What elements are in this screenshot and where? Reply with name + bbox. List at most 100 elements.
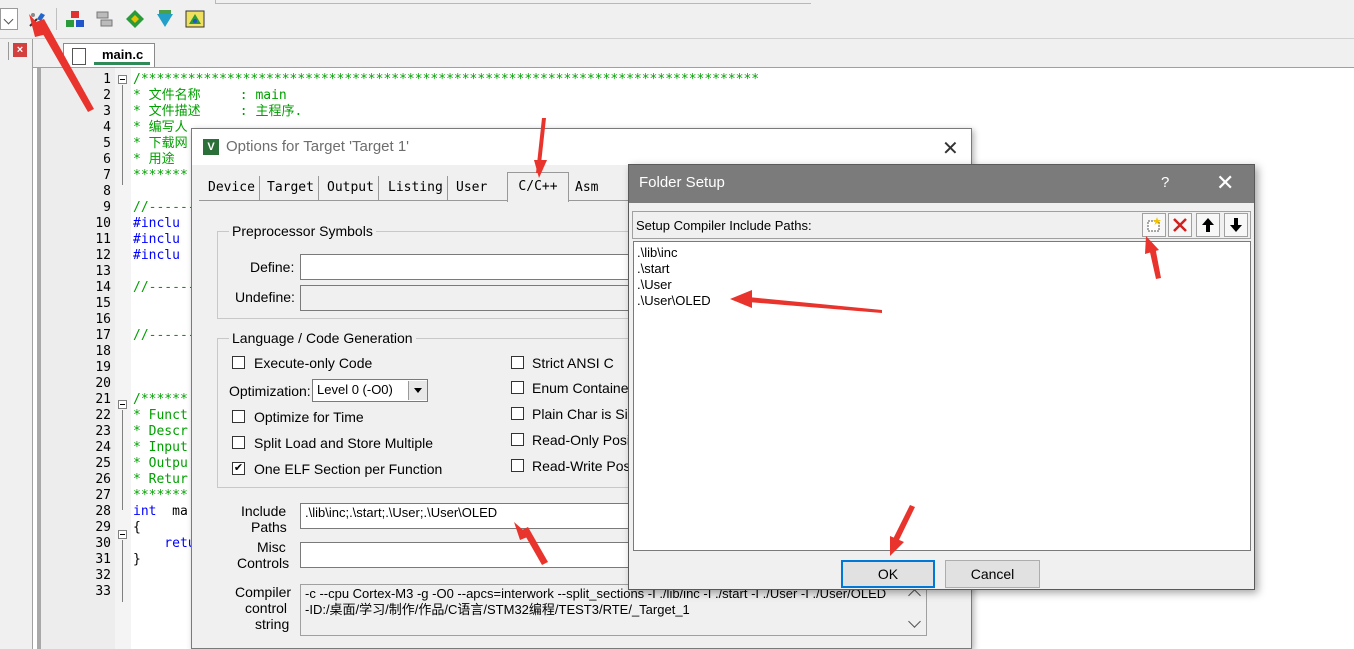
ro-position-checkbox[interactable] [511, 433, 524, 446]
tab-c-cpp[interactable]: C/C++ [507, 172, 569, 202]
options-dialog-title: Options for Target 'Target 1' [226, 138, 410, 155]
undefine-input[interactable] [300, 285, 630, 311]
misc-controls-input[interactable] [300, 542, 630, 568]
code-line-23: * Descr [133, 424, 188, 439]
include-paths-header-label: Setup Compiler Include Paths: [636, 218, 812, 233]
code-line-12: #inclu [133, 248, 180, 263]
line-number: 26 [95, 472, 111, 487]
enum-container-checkbox[interactable] [511, 381, 524, 394]
preprocessor-group-label: Preprocessor Symbols [229, 223, 376, 239]
code-line-7: ******* [133, 168, 188, 183]
split-load-checkbox[interactable] [232, 436, 245, 449]
ro-position-label: Read-Only Posit [532, 432, 634, 448]
line-number: 6 [103, 152, 111, 167]
line-number: 27 [95, 488, 111, 503]
line-number: 25 [95, 456, 111, 471]
plain-char-checkbox[interactable] [511, 407, 524, 420]
rw-position-label: Read-Write Posi [532, 458, 634, 474]
select-software-packs-icon[interactable] [154, 9, 176, 29]
scroll-up-icon[interactable] [908, 589, 921, 602]
line-number: 23 [95, 424, 111, 439]
tab-device[interactable]: Device [204, 176, 260, 200]
fold-toggle-icon[interactable] [118, 530, 127, 539]
code-line-10: #inclu [133, 216, 180, 231]
tab-listing[interactable]: Listing [384, 176, 448, 200]
move-up-button[interactable] [1196, 213, 1220, 237]
rw-position-checkbox[interactable] [511, 459, 524, 472]
line-number: 15 [95, 296, 111, 311]
line-number: 14 [95, 280, 111, 295]
code-line-5: * 下载网 [133, 136, 188, 151]
options-dialog-close-icon[interactable]: ✕ [942, 136, 959, 161]
execute-only-checkbox[interactable] [232, 356, 245, 369]
delete-folder-button[interactable] [1168, 213, 1192, 237]
fold-toggle-icon[interactable] [118, 75, 127, 84]
list-item[interactable]: .\User\OLED [637, 293, 711, 309]
one-elf-checkbox[interactable]: ✔ [232, 462, 245, 475]
code-line-22: * Funct [133, 408, 188, 423]
list-item[interactable]: .\start [637, 261, 670, 277]
execute-only-label: Execute-only Code [254, 355, 373, 371]
enum-container-label: Enum Container [532, 380, 634, 396]
toolbar-dropdown[interactable] [0, 8, 18, 30]
line-number: 4 [103, 120, 111, 135]
help-button[interactable]: ? [1161, 174, 1169, 191]
chevron-down-icon[interactable] [408, 381, 427, 400]
delete-icon [1173, 218, 1187, 232]
code-line-29: { [133, 520, 141, 535]
split-load-label: Split Load and Store Multiple [254, 435, 433, 451]
tab-user[interactable]: User [452, 176, 491, 200]
toolbar-target-combo[interactable] [215, 0, 811, 4]
project-panel-grip[interactable] [0, 42, 9, 60]
cancel-button[interactable]: Cancel [945, 560, 1040, 588]
line-number: 29 [95, 520, 111, 535]
file-extensions-icon[interactable] [94, 9, 116, 29]
compiler-control-line2: -ID:/桌面/学习/制作/作品/C语言/STM32编程/TEST3/RTE/_… [305, 602, 690, 617]
fold-line [122, 540, 123, 602]
new-folder-button[interactable] [1142, 213, 1166, 237]
project-panel-close-icon[interactable]: × [13, 43, 27, 57]
ok-button[interactable]: OK [841, 560, 935, 588]
line-number: 17 [95, 328, 111, 343]
keyword-int: int [133, 504, 157, 519]
code-line-27: ******* [133, 488, 188, 503]
define-input[interactable] [300, 254, 630, 280]
line-number: 24 [95, 440, 111, 455]
line-number: 11 [95, 232, 111, 247]
move-down-button[interactable] [1224, 213, 1248, 237]
tab-asm[interactable]: Asm [571, 176, 602, 200]
include-paths-input[interactable]: .\lib\inc;.\start;.\User;.\User\OLED [300, 503, 630, 529]
code-line-9: //------ [133, 200, 196, 215]
manage-components-icon[interactable] [64, 9, 86, 29]
editor-tab-main-c[interactable]: main.c [63, 43, 155, 67]
line-number: 18 [95, 344, 111, 359]
device-database-icon[interactable] [184, 9, 206, 29]
compiler-control-string[interactable]: -c --cpu Cortex-M3 -g -O0 --apcs=interwo… [300, 584, 927, 636]
code-line-30: retu [133, 536, 196, 551]
compiler-control-scrollbar[interactable] [905, 585, 925, 635]
fold-toggle-icon[interactable] [118, 400, 127, 409]
include-paths-label-line2: Paths [251, 519, 287, 535]
scroll-down-icon[interactable] [908, 615, 921, 628]
include-paths-list[interactable] [633, 241, 1251, 551]
tab-target[interactable]: Target [263, 176, 319, 200]
list-item[interactable]: .\User [637, 277, 672, 293]
compiler-control-label-line3: string [255, 616, 290, 632]
line-number: 21 [95, 392, 111, 407]
line-number: 20 [95, 376, 111, 391]
line-number: 13 [95, 264, 111, 279]
strict-ansi-label: Strict ANSI C [532, 355, 614, 371]
list-item[interactable]: .\lib\inc [637, 245, 677, 261]
optimize-time-checkbox[interactable] [232, 410, 245, 423]
include-paths-label-line1: Include [241, 503, 287, 519]
folder-setup-close-icon[interactable]: ✕ [1216, 170, 1234, 196]
tab-output[interactable]: Output [323, 176, 379, 200]
line-number: 32 [95, 568, 111, 583]
editor-tab-row [33, 39, 1354, 68]
define-label: Define: [250, 259, 295, 275]
undefine-label: Undefine: [235, 289, 295, 305]
keil-app-icon: V [203, 139, 219, 155]
strict-ansi-checkbox[interactable] [511, 356, 524, 369]
options-for-target-icon[interactable] [27, 9, 49, 29]
pack-installer-icon[interactable] [124, 9, 146, 29]
